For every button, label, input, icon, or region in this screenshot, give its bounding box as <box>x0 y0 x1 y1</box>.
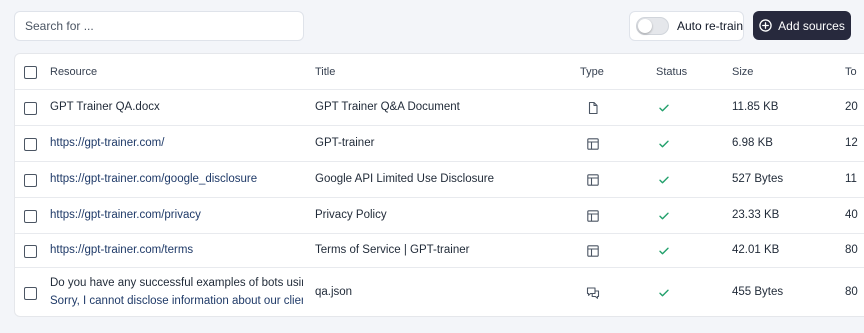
column-header-size[interactable]: Size <box>732 66 753 78</box>
column-header-title[interactable]: Title <box>315 66 335 78</box>
resource-size: 455 Bytes <box>732 286 784 298</box>
qa-chat-icon <box>586 287 600 299</box>
auto-retrain-toggle[interactable]: Auto re-train <box>629 11 744 41</box>
resource-truncated-value: 20 <box>845 101 858 113</box>
resource-name[interactable]: GPT Trainer QA.docx <box>50 101 160 113</box>
webpage-icon <box>587 245 599 257</box>
qa-question[interactable]: Do you have any successful examples of b… <box>50 277 303 289</box>
resource-truncated-value: 80 <box>845 244 858 256</box>
check-icon <box>659 247 669 255</box>
check-icon <box>659 104 669 112</box>
qa-answer-preview: Sorry, I cannot disclose information abo… <box>50 295 303 307</box>
resource-size: 42.01 KB <box>732 244 780 256</box>
resource-title: Google API Limited Use Disclosure <box>315 173 494 185</box>
plus-circle-icon <box>759 19 772 32</box>
webpage-icon <box>587 138 599 150</box>
resource-title: Privacy Policy <box>315 209 387 221</box>
resource-title: Terms of Service | GPT-trainer <box>315 244 470 256</box>
row-checkbox[interactable] <box>24 102 37 115</box>
row-checkbox[interactable] <box>24 287 37 300</box>
table-row[interactable]: https://gpt-trainer.com/privacy Privacy … <box>15 198 864 234</box>
table-row[interactable]: https://gpt-trainer.com/ GPT-trainer 6.9… <box>15 126 864 162</box>
webpage-icon <box>587 210 599 222</box>
resource-size: 11.85 KB <box>732 101 779 113</box>
toggle-knob <box>638 19 652 33</box>
document-icon <box>588 101 598 115</box>
resource-title: qa.json <box>315 286 353 298</box>
resource-size: 6.98 KB <box>732 137 773 149</box>
resource-truncated-value: 11 <box>845 173 857 185</box>
table-row[interactable]: GPT Trainer QA.docx GPT Trainer Q&A Docu… <box>15 90 864 126</box>
resource-link[interactable]: https://gpt-trainer.com/terms <box>50 244 193 256</box>
table-row[interactable]: https://gpt-trainer.com/terms Terms of S… <box>15 234 864 268</box>
table-header: Resource Title Type Status Size To <box>15 54 864 90</box>
resource-link[interactable]: https://gpt-trainer.com/google_disclosur… <box>50 173 257 185</box>
search-input[interactable] <box>14 11 304 41</box>
add-sources-label: Add sources <box>778 18 845 33</box>
column-header-truncated[interactable]: To <box>845 66 857 78</box>
row-checkbox[interactable] <box>24 245 37 258</box>
resource-truncated-value: 40 <box>845 209 858 221</box>
resource-truncated-value: 80 <box>845 286 858 298</box>
row-checkbox[interactable] <box>24 174 37 187</box>
resource-link[interactable]: https://gpt-trainer.com/privacy <box>50 209 201 221</box>
select-all-checkbox[interactable] <box>24 66 37 79</box>
resource-size: 23.33 KB <box>732 209 780 221</box>
add-sources-button[interactable]: Add sources <box>753 11 851 40</box>
resource-truncated-value: 12 <box>845 137 858 149</box>
sources-table: Resource Title Type Status Size To GPT T… <box>14 53 864 317</box>
column-header-type[interactable]: Type <box>580 66 604 78</box>
table-row[interactable]: https://gpt-trainer.com/google_disclosur… <box>15 162 864 198</box>
check-icon <box>659 140 669 148</box>
check-icon <box>659 212 669 220</box>
resource-title: GPT Trainer Q&A Document <box>315 101 460 113</box>
toggle-switch[interactable] <box>636 17 669 35</box>
resource-link[interactable]: https://gpt-trainer.com/ <box>50 137 164 149</box>
resource-title: GPT-trainer <box>315 137 375 149</box>
webpage-icon <box>587 174 599 186</box>
column-header-resource[interactable]: Resource <box>50 66 97 78</box>
check-icon <box>659 289 669 297</box>
check-icon <box>659 176 669 184</box>
auto-retrain-label: Auto re-train <box>676 19 744 33</box>
resource-size: 527 Bytes <box>732 173 784 185</box>
row-checkbox[interactable] <box>24 210 37 223</box>
column-header-status[interactable]: Status <box>656 66 687 78</box>
table-row[interactable]: Do you have any successful examples of b… <box>15 268 864 316</box>
row-checkbox[interactable] <box>24 138 37 151</box>
